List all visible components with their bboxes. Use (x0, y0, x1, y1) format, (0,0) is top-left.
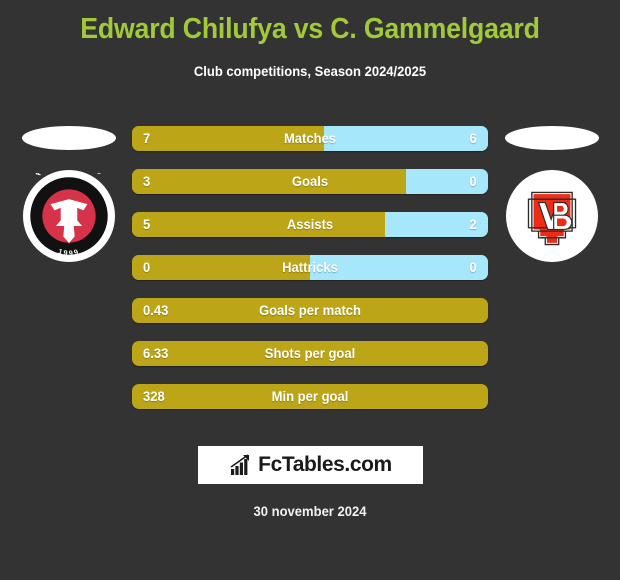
decorative-ellipse-left (22, 126, 116, 150)
page-subtitle: Club competitions, Season 2024/2025 (193, 63, 427, 79)
stat-row-shots-per-goal: 6.33 Shots per goal (132, 341, 488, 366)
stat-label-assists: Assists (286, 216, 334, 232)
fctables-logo[interactable]: FcTables.com (198, 446, 423, 484)
stat-row-goals: 3 Goals 0 (132, 169, 488, 194)
stat-row-goals-per-match: 0.43 Goals per match (132, 298, 488, 323)
stat-label-matches: Matches (283, 130, 337, 146)
comparison-infographic: Edward Chilufya vs C. Gammelgaard Club c… (0, 0, 620, 580)
stat-label-min-per-goal: Min per goal (271, 388, 349, 404)
decorative-ellipse-right (505, 126, 599, 150)
stat-label-goals-per-match: Goals per match (258, 302, 362, 318)
right-club-badge (506, 170, 598, 262)
stat-row-assists: 5 Assists 2 (132, 212, 488, 237)
vejle-boldklub-crest-icon (527, 190, 577, 247)
bar-chart-arrow-icon (230, 454, 250, 475)
fctables-logo-text: FcTables.com (258, 453, 392, 476)
stat-value-right-hattricks: 0 (469, 259, 477, 275)
page-title: Edward Chilufya vs C. Gammelgaard (80, 13, 540, 45)
stat-value-right-goals: 0 (469, 173, 477, 189)
stat-value-right-assists: 2 (469, 216, 477, 232)
stat-row-min-per-goal: 328 Min per goal (132, 384, 488, 409)
stat-row-hattricks: 0 Hattricks 0 (132, 255, 488, 280)
stat-label-shots-per-goal: Shots per goal (264, 345, 356, 361)
stat-value-right-matches: 6 (469, 130, 477, 146)
generated-date: 30 november 2024 (253, 503, 367, 519)
stat-label-hattricks: Hattricks (282, 259, 338, 275)
stat-label-goals: Goals (291, 173, 329, 189)
fc-midtjylland-crest-icon: FC MIDTJYLLAND 1999 (27, 173, 111, 258)
stats-list: 7 Matches 6 3 Goals 0 5 Assists 2 0 Hatt… (132, 126, 488, 427)
left-club-badge: FC MIDTJYLLAND 1999 (23, 170, 115, 262)
stat-row-matches: 7 Matches 6 (132, 126, 488, 151)
